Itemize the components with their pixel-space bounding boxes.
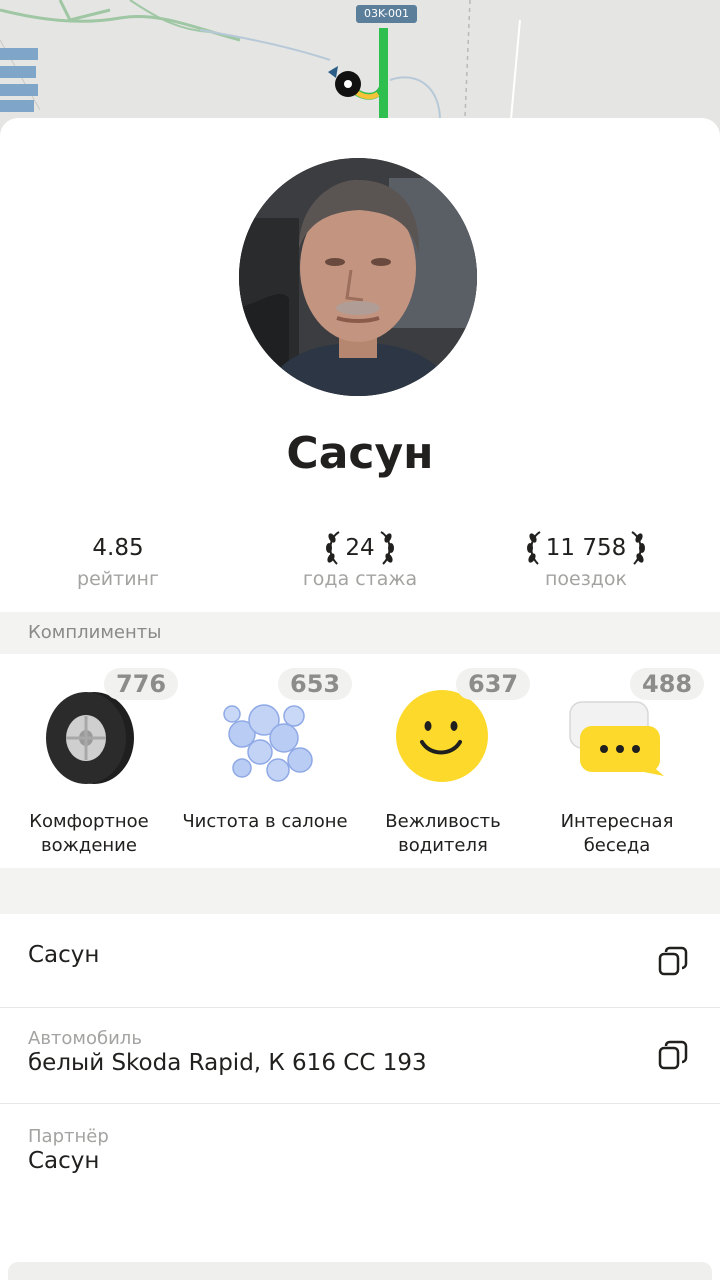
- car-value: белый Skoda Rapid, К 616 СС 193: [28, 1050, 427, 1076]
- compliment-count: 488: [630, 668, 705, 700]
- car-label: Автомобиль: [28, 1028, 142, 1049]
- compliment-comfortable-driving[interactable]: 776 Комфортное вождение: [0, 654, 179, 868]
- copy-icon[interactable]: [656, 1038, 690, 1072]
- copy-icon[interactable]: [656, 944, 690, 978]
- driver-photo: [239, 158, 477, 396]
- stat-trips: 11 758 поездок: [486, 530, 686, 590]
- partner-value: Сасун: [28, 1148, 100, 1174]
- driver-name: Сасун: [286, 428, 434, 479]
- name-row[interactable]: Сасун: [0, 914, 720, 1008]
- compliments-section-title: Комплименты: [28, 622, 162, 643]
- bottom-panel-edge: [8, 1262, 712, 1280]
- compliment-label: Вежливость водителя: [385, 811, 501, 856]
- experience-value: 24: [345, 535, 375, 561]
- rating-value: 4.85: [92, 535, 144, 561]
- compliment-label: Комфортное вождение: [29, 811, 149, 856]
- driver-header-card: Сасун 4.85 рейтинг 24 года стажа 11 758 …: [0, 118, 720, 612]
- name-value: Сасун: [28, 942, 100, 968]
- compliment-count: 637: [456, 668, 531, 700]
- compliment-polite-driver[interactable]: 637 Вежливость водителя: [354, 654, 532, 868]
- compliments-card: 776 Комфортное вождение 653 Чистота в са…: [0, 654, 720, 868]
- stat-experience: 24 года стажа: [260, 530, 460, 590]
- trips-label: поездок: [544, 568, 628, 590]
- partner-row: Партнёр Сасун: [0, 1104, 720, 1214]
- laurel-left-icon: [526, 531, 541, 565]
- experience-label: года стажа: [302, 568, 418, 590]
- stat-rating: 4.85 рейтинг: [18, 530, 218, 590]
- car-row[interactable]: Автомобиль белый Skoda Rapid, К 616 СС 1…: [0, 1008, 720, 1104]
- laurel-right-icon: [631, 531, 646, 565]
- compliment-label: Интересная беседа: [560, 811, 674, 856]
- partner-label: Партнёр: [28, 1126, 109, 1147]
- trips-value: 11 758: [545, 535, 627, 561]
- compliment-label: Чистота в салоне: [182, 811, 348, 832]
- driver-avatar[interactable]: [239, 158, 477, 396]
- compliment-clean-interior[interactable]: 653 Чистота в салоне: [176, 654, 354, 868]
- driver-info-card: Сасун Автомобиль белый Skoda Rapid, К 61…: [0, 914, 720, 1280]
- compliment-interesting-talk[interactable]: 488 Интересная беседа: [528, 654, 706, 868]
- rating-label: рейтинг: [77, 568, 159, 590]
- compliment-count: 653: [278, 668, 353, 700]
- laurel-right-icon: [380, 531, 394, 565]
- compliment-count: 776: [104, 668, 179, 700]
- laurel-left-icon: [326, 531, 340, 565]
- driver-profile-sheet: Сасун 4.85 рейтинг 24 года стажа 11 758 …: [0, 118, 720, 1280]
